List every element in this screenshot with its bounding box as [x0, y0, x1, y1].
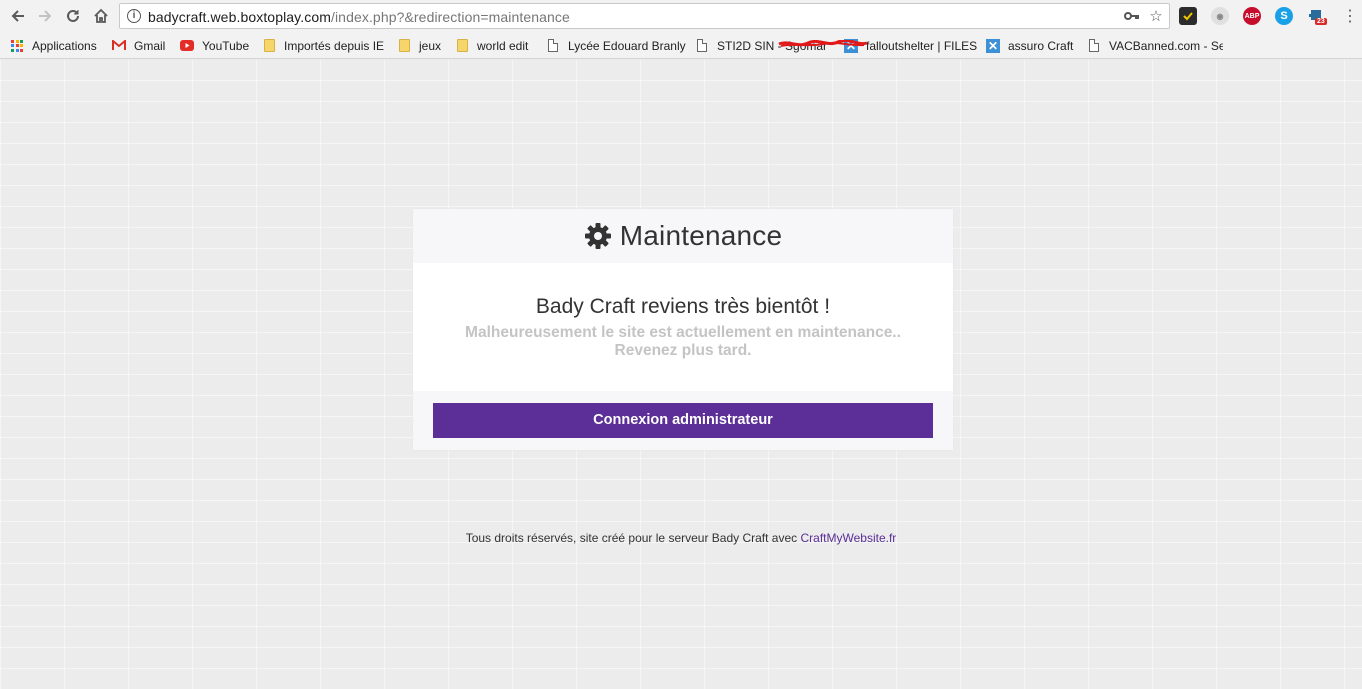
- maintenance-body: Bady Craft reviens très bientôt ! Malheu…: [413, 263, 953, 391]
- bookmark-label: Gmail: [134, 38, 166, 53]
- bookmark-applications[interactable]: Applications: [10, 37, 97, 54]
- apps-grid-icon: [10, 39, 24, 53]
- bookmark-label: jeux: [419, 38, 442, 53]
- skype-icon[interactable]: S: [1275, 7, 1293, 25]
- forward-button[interactable]: [35, 6, 55, 26]
- page-icon: [1087, 39, 1101, 53]
- maintenance-message-line2: Revenez plus tard.: [614, 342, 752, 359]
- url-host: badycraft.web.boxtoplay.com: [148, 9, 331, 25]
- reload-icon: [67, 9, 79, 22]
- gear-icon: [584, 223, 611, 249]
- adblock-plus-icon[interactable]: ABP: [1243, 7, 1261, 25]
- maintenance-header: Maintenance: [413, 209, 953, 263]
- bookmark-label: Applications: [32, 38, 97, 53]
- x-icon: ✕: [986, 38, 1000, 53]
- site-info-icon[interactable]: i: [127, 9, 141, 23]
- folder-icon: [262, 39, 276, 53]
- bookmark-folder-world-edit[interactable]: world edit: [455, 37, 528, 54]
- folder-icon: [455, 39, 469, 53]
- bookmark-label: falloutshelter | FILES: [866, 38, 978, 53]
- folder-icon: [397, 39, 411, 53]
- footer-text: Tous droits réservés, site créé pour le …: [465, 531, 801, 545]
- bookmark-vacbanned[interactable]: VACBanned.com - Se: [1087, 37, 1223, 54]
- page-icon: [546, 39, 560, 53]
- red-scribble-redaction: [778, 40, 868, 47]
- youtube-icon: [180, 39, 194, 53]
- bookmarks-bar: Applications Gmail YouTube Importés depu…: [0, 32, 1362, 59]
- key-icon[interactable]: [1124, 8, 1140, 24]
- maintenance-message-line1: Malheureusement le site est actuellement…: [465, 324, 901, 341]
- privacy-badger-icon[interactable]: ◉: [1211, 7, 1229, 25]
- bookmark-label: assuro Craft: [1008, 38, 1074, 53]
- maintenance-card: Maintenance Bady Craft reviens très bien…: [413, 209, 953, 450]
- bookmark-star-icon[interactable]: ☆: [1148, 8, 1164, 25]
- norton-safe-web-icon[interactable]: [1179, 7, 1197, 25]
- back-button[interactable]: [8, 6, 28, 26]
- bookmark-youtube[interactable]: YouTube: [180, 37, 249, 54]
- admin-login-button[interactable]: Connexion administrateur: [433, 403, 933, 438]
- home-icon: [94, 8, 108, 23]
- bookmark-label: Lycée Edouard Branly: [568, 38, 686, 53]
- bookmark-label: world edit: [477, 38, 529, 53]
- maintenance-title: Maintenance: [619, 220, 783, 251]
- url-text[interactable]: badycraft.web.boxtoplay.com/index.php?&r…: [148, 9, 570, 25]
- address-bar[interactable]: i badycraft.web.boxtoplay.com/index.php?…: [119, 3, 1170, 29]
- forward-arrow-icon: [39, 10, 52, 22]
- bookmark-assuro-craft[interactable]: ✕ assuro Craft: [986, 37, 1073, 54]
- bookmark-label: Importés depuis IE: [284, 38, 385, 53]
- home-button[interactable]: [91, 6, 111, 26]
- maintenance-footer: Connexion administrateur: [413, 391, 953, 450]
- browser-toolbar: i badycraft.web.boxtoplay.com/index.php?…: [0, 0, 1362, 32]
- bookmark-folder-jeux[interactable]: jeux: [397, 37, 441, 54]
- page-background: Maintenance Bady Craft reviens très bien…: [0, 60, 1362, 689]
- bookmark-label: YouTube: [202, 38, 250, 53]
- bookmark-gmail[interactable]: Gmail: [112, 37, 165, 54]
- extension-badge: 23: [1315, 18, 1327, 25]
- page-icon: [695, 39, 709, 53]
- bookmark-label: VACBanned.com - Se: [1109, 38, 1223, 53]
- url-path: /index.php?&redirection=maintenance: [330, 9, 570, 25]
- gmail-icon: [112, 39, 126, 53]
- chrome-menu-icon[interactable]: ⋮: [1340, 6, 1360, 26]
- craftmywebsite-link[interactable]: CraftMyWebsite.fr: [801, 531, 897, 545]
- bookmark-lycee[interactable]: Lycée Edouard Branly: [546, 37, 686, 54]
- bookmark-folder-ie[interactable]: Importés depuis IE: [262, 37, 384, 54]
- reload-button[interactable]: [63, 6, 83, 26]
- extension-icon[interactable]: 23: [1307, 7, 1327, 25]
- maintenance-message: Malheureusement le site est actuellement…: [413, 324, 953, 360]
- maintenance-heading: Bady Craft reviens très bientôt !: [535, 295, 831, 318]
- page-footer: Tous droits réservés, site créé pour le …: [0, 531, 1362, 545]
- back-arrow-icon: [11, 10, 24, 22]
